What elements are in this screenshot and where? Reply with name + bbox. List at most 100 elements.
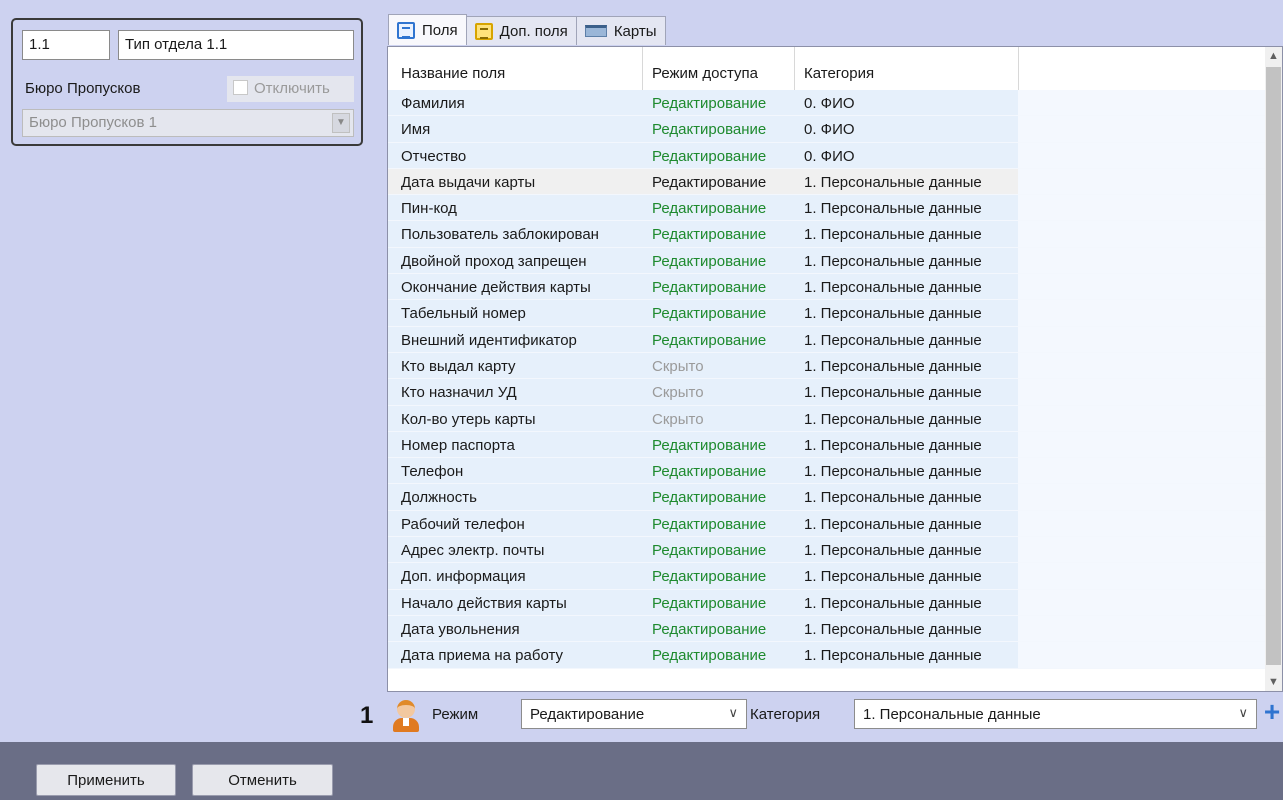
table-row[interactable]: Дата выдачи карты Редактирование 1. Персон… <box>388 168 1266 196</box>
mode-select[interactable]: Редактирование ∨ <box>521 699 747 729</box>
access-mode-cell: Редактирование <box>652 331 767 349</box>
cancel-button[interactable]: Отменить <box>192 764 333 796</box>
department-name-field[interactable]: Тип отдела 1.1 <box>118 30 354 60</box>
tab-label: Поля <box>422 21 458 39</box>
row-filler <box>1018 274 1266 300</box>
scroll-up-icon[interactable]: ▲ <box>1265 47 1282 65</box>
tab-fields[interactable]: Поля <box>388 14 467 45</box>
field-name-cell: Рабочий телефон <box>401 515 525 533</box>
field-name-cell: Фамилия <box>401 95 465 112</box>
row-filler <box>1018 642 1266 668</box>
field-name-cell: Адрес электр. почты <box>401 542 545 560</box>
access-mode-cell: Редактирование <box>652 620 767 638</box>
table-row[interactable]: Дата приема на работу Редактирование 1. Пе… <box>388 642 1266 669</box>
table-row[interactable]: Двойной проход запрещен Редактирование 1. … <box>388 247 1266 275</box>
category-cell: 1. Персональные данные <box>804 594 982 612</box>
access-mode-cell: Редактирование <box>652 568 767 586</box>
bureau-select[interactable]: Бюро Пропусков 1 ▼ <box>22 109 354 137</box>
callout-marker: 1 <box>360 702 374 729</box>
category-cell: 1. Персональные данные <box>804 410 982 428</box>
row-filler <box>1018 195 1266 221</box>
category-cell: 1. Персональные данные <box>804 568 982 586</box>
tab-strip: Поля Доп. поля Карты <box>388 14 666 46</box>
field-name-cell: Внешний идентификатор <box>401 331 577 349</box>
table-row[interactable]: Рабочий телефон Редактирование 1. Персонал… <box>388 510 1266 538</box>
row-filler <box>1018 221 1266 247</box>
category-cell: 1. Персональные данные <box>804 357 982 375</box>
access-mode-cell: Редактирование <box>652 121 767 139</box>
category-cell: 1. Персональные данные <box>804 620 982 638</box>
filter-bar: 1 Режим Редактирование ∨ Категория 1. Пе… <box>360 692 1283 736</box>
row-filler <box>1018 405 1266 431</box>
access-mode-cell: Редактирование <box>652 436 767 454</box>
category-cell: 0. ФИО <box>804 121 855 139</box>
row-filler <box>1018 90 1266 116</box>
row-filler <box>1018 589 1266 615</box>
tab-cards[interactable]: Карты <box>575 16 666 45</box>
table-row[interactable]: Фамилия Редактирование 0. ФИО <box>388 90 1266 117</box>
row-filler <box>1018 116 1266 142</box>
access-mode-cell: Скрыто <box>652 410 704 428</box>
column-divider <box>794 47 795 91</box>
category-cell: 1. Персональные данные <box>804 463 982 481</box>
grid-rows: Фамилия Редактирование 0. ФИО Имя Редактиров… <box>388 90 1266 669</box>
field-name-cell: Кто назначил УД <box>401 384 517 402</box>
category-cell: 1. Персональные данные <box>804 542 982 560</box>
field-name-cell: Дата увольнения <box>401 620 520 638</box>
row-filler <box>1018 326 1266 352</box>
field-name-cell: Дата выдачи карты <box>401 173 536 191</box>
table-row[interactable]: Кол-во утерь карты Скрыто 1. Персональные … <box>388 405 1266 432</box>
category-select[interactable]: 1. Персональные данные ∨ <box>854 699 1257 729</box>
table-row[interactable]: Начало действия карты Редактирование 1. Пе… <box>388 589 1266 616</box>
table-row[interactable]: Пин-код Редактирование 1. Персональные дан… <box>388 195 1266 222</box>
category-cell: 1. Персональные данные <box>804 384 982 402</box>
department-id-field[interactable]: 1.1 <box>22 30 110 60</box>
category-cell: 1. Персональные данные <box>804 436 982 454</box>
table-row[interactable]: Табельный номер Редактирование 1. Персонал… <box>388 300 1266 327</box>
table-row[interactable]: Имя Редактирование 0. ФИО <box>388 116 1266 143</box>
table-row[interactable]: Телефон Редактирование 1. Персональные дан… <box>388 458 1266 485</box>
field-name-cell: Номер паспорта <box>401 436 515 454</box>
table-row[interactable]: Номер паспорта Редактирование 1. Персональ… <box>388 431 1266 459</box>
scrollbar-thumb[interactable] <box>1266 67 1281 665</box>
add-button[interactable]: + <box>1262 698 1282 728</box>
table-row[interactable]: Окончание действия карты Редактирование 1.… <box>388 274 1266 301</box>
apply-button[interactable]: Применить <box>36 764 176 796</box>
column-header-category[interactable]: Категория <box>804 65 874 82</box>
table-row[interactable]: Адрес электр. почты Редактирование 1. Перс… <box>388 537 1266 564</box>
chevron-down-icon: ▼ <box>332 113 350 133</box>
field-name-cell: Пользователь заблокирован <box>401 226 599 244</box>
chevron-down-icon: ∨ <box>1238 705 1248 720</box>
column-header-name[interactable]: Название поля <box>401 65 505 82</box>
row-filler <box>1018 431 1266 458</box>
field-name-cell: Отчество <box>401 147 467 165</box>
row-filler <box>1018 247 1266 274</box>
extra-fields-icon <box>474 22 493 40</box>
field-name-cell: Окончание действия карты <box>401 279 591 297</box>
disable-checkbox[interactable]: Отключить <box>227 76 354 102</box>
table-row[interactable]: Кто назначил УД Скрыто 1. Персональные дан… <box>388 379 1266 406</box>
column-header-mode[interactable]: Режим доступа <box>652 65 758 82</box>
table-row[interactable]: Пользователь заблокирован Редактирование 1… <box>388 221 1266 248</box>
row-filler <box>1018 537 1266 563</box>
tab-label: Карты <box>613 22 657 40</box>
table-row[interactable]: Доп. информация Редактирование 1. Персонал… <box>388 563 1266 590</box>
category-cell: 1. Персональные данные <box>804 489 982 507</box>
tab-extra-fields[interactable]: Доп. поля <box>465 16 577 45</box>
field-name-cell: Кто выдал карту <box>401 357 516 375</box>
field-name-cell: Должность <box>401 489 477 507</box>
bureau-select-value: Бюро Пропусков 1 <box>29 114 157 131</box>
table-row[interactable]: Внешний идентификатор Редактирование 1. Пе… <box>388 326 1266 353</box>
scroll-down-icon[interactable]: ▼ <box>1265 673 1282 691</box>
category-cell: 0. ФИО <box>804 95 855 112</box>
field-name-cell: Пин-код <box>401 200 457 218</box>
table-row[interactable]: Кто выдал карту Скрыто 1. Персональные дан… <box>388 352 1266 380</box>
vertical-scrollbar[interactable]: ▲ ▼ <box>1265 47 1282 691</box>
category-cell: 1. Персональные данные <box>804 252 982 270</box>
table-row[interactable]: Отчество Редактирование 0. ФИО <box>388 142 1266 169</box>
access-mode-cell: Редактирование <box>652 647 767 665</box>
row-filler <box>1018 510 1266 537</box>
table-row[interactable]: Должность Редактирование 1. Персональные д… <box>388 484 1266 511</box>
table-row[interactable]: Дата увольнения Редактирование 1. Персонал… <box>388 615 1266 643</box>
department-properties-box: 1.1 Тип отдела 1.1 Бюро Пропусков Отключ… <box>11 18 363 146</box>
